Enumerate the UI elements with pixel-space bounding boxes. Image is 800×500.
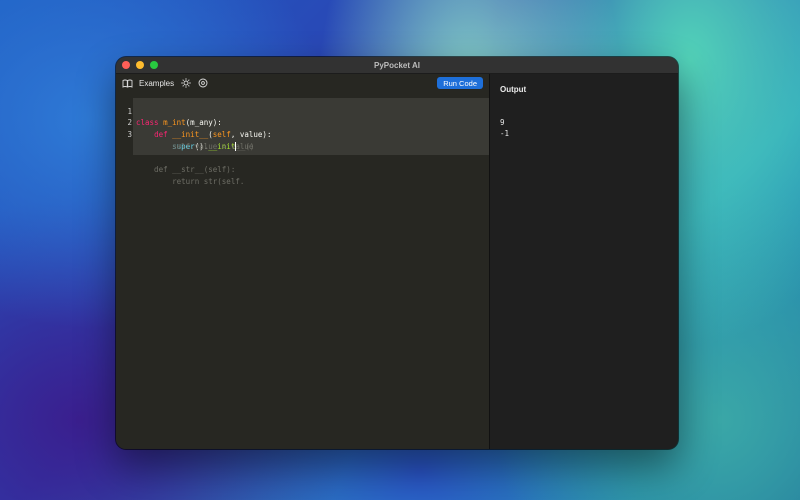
code-line: 2 def __init__(self, value): — [116, 106, 489, 139]
close-button[interactable] — [122, 61, 130, 69]
examples-menu[interactable]: Examples — [139, 79, 174, 88]
app-window: PyPocket AI Examples Run Code 1 class m_… — [116, 57, 678, 449]
run-code-button[interactable]: Run Code — [437, 77, 483, 89]
ghost-line: self.value = value — [116, 129, 489, 151]
toolbar: Examples Run Code — [116, 74, 489, 92]
editor-pane[interactable]: Examples Run Code 1 class m_int(m_any): … — [116, 74, 490, 449]
code-line: 3 super().__init__() — [116, 117, 489, 152]
settings-icon[interactable] — [197, 78, 208, 89]
window-title: PyPocket AI — [374, 60, 420, 70]
output-pane: Output 9 -1 — [490, 74, 678, 449]
ghost-line: def __str__(self): — [116, 152, 489, 174]
output-title: Output — [500, 85, 527, 94]
ghost-line: return str(self. — [116, 164, 489, 186]
sun-icon[interactable] — [180, 78, 191, 89]
window-body: Examples Run Code 1 class m_int(m_any): … — [116, 74, 678, 449]
minimize-button[interactable] — [136, 61, 144, 69]
ghost-line — [116, 141, 489, 153]
zoom-button[interactable] — [150, 61, 158, 69]
output-line: 9 — [500, 118, 505, 127]
code-line: 1 class m_int(m_any): — [116, 94, 489, 128]
book-icon[interactable] — [122, 78, 133, 89]
output-line: -1 — [500, 129, 510, 138]
code-editor[interactable]: 1 class m_int(m_any): 2 def __init__(sel… — [116, 94, 489, 186]
title-bar: PyPocket AI — [116, 57, 678, 74]
window-controls — [122, 61, 158, 69]
ghost-completion: return str(self. — [136, 176, 245, 186]
output-console[interactable]: 9 -1 — [500, 117, 509, 139]
